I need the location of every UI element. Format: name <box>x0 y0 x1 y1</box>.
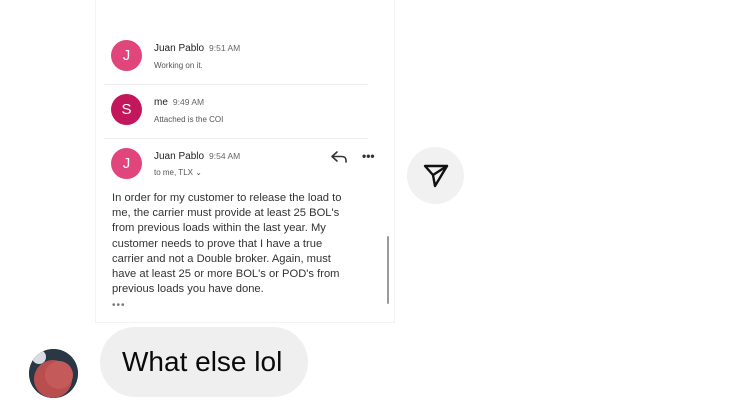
message-header: me 9:49 AM <box>154 97 204 108</box>
sender-name: Juan Pablo <box>154 43 205 54</box>
message-time: 9:54 AM <box>209 151 241 161</box>
avatar-initial: S <box>121 101 132 118</box>
share-button[interactable] <box>407 147 464 204</box>
user-avatar[interactable] <box>29 349 78 398</box>
divider <box>104 138 368 139</box>
message-time: 9:51 AM <box>209 43 241 53</box>
chat-screen: J Juan Pablo 9:51 AM Working on it. S me 9… <box>0 0 739 407</box>
sender-name: Juan Pablo <box>154 151 205 162</box>
scrollbar <box>387 236 389 304</box>
sender-name: me <box>154 97 168 108</box>
message-time: 9:49 AM <box>172 97 205 107</box>
sender-avatar: J <box>111 40 142 71</box>
avatar-initial: J <box>122 47 131 64</box>
sender-avatar: S <box>111 94 142 125</box>
show-trimmed-content: ••• <box>112 300 126 311</box>
message-header: Juan Pablo 9:54 AM <box>154 151 240 162</box>
avatar-initial: J <box>122 155 131 172</box>
sender-avatar: J <box>111 148 142 179</box>
message-snippet: Working on it. <box>154 61 203 70</box>
avatar-image <box>29 349 78 398</box>
share-send-icon <box>423 164 448 187</box>
recipients-line: to me, TLX ⌄ <box>154 168 202 177</box>
reply-icon <box>331 151 347 163</box>
more-horizontal-icon: ••• <box>362 149 375 163</box>
divider <box>104 84 368 85</box>
message-snippet: Attached is the COI <box>154 115 224 124</box>
email-body: In order for my customer to release the … <box>112 192 342 296</box>
shared-email-screenshot[interactable]: J Juan Pablo 9:51 AM Working on it. S me 9… <box>96 0 394 322</box>
message-header: Juan Pablo 9:51 AM <box>154 43 240 54</box>
message-bubble[interactable]: What else lol <box>100 327 308 397</box>
message-text: What else lol <box>122 346 283 377</box>
